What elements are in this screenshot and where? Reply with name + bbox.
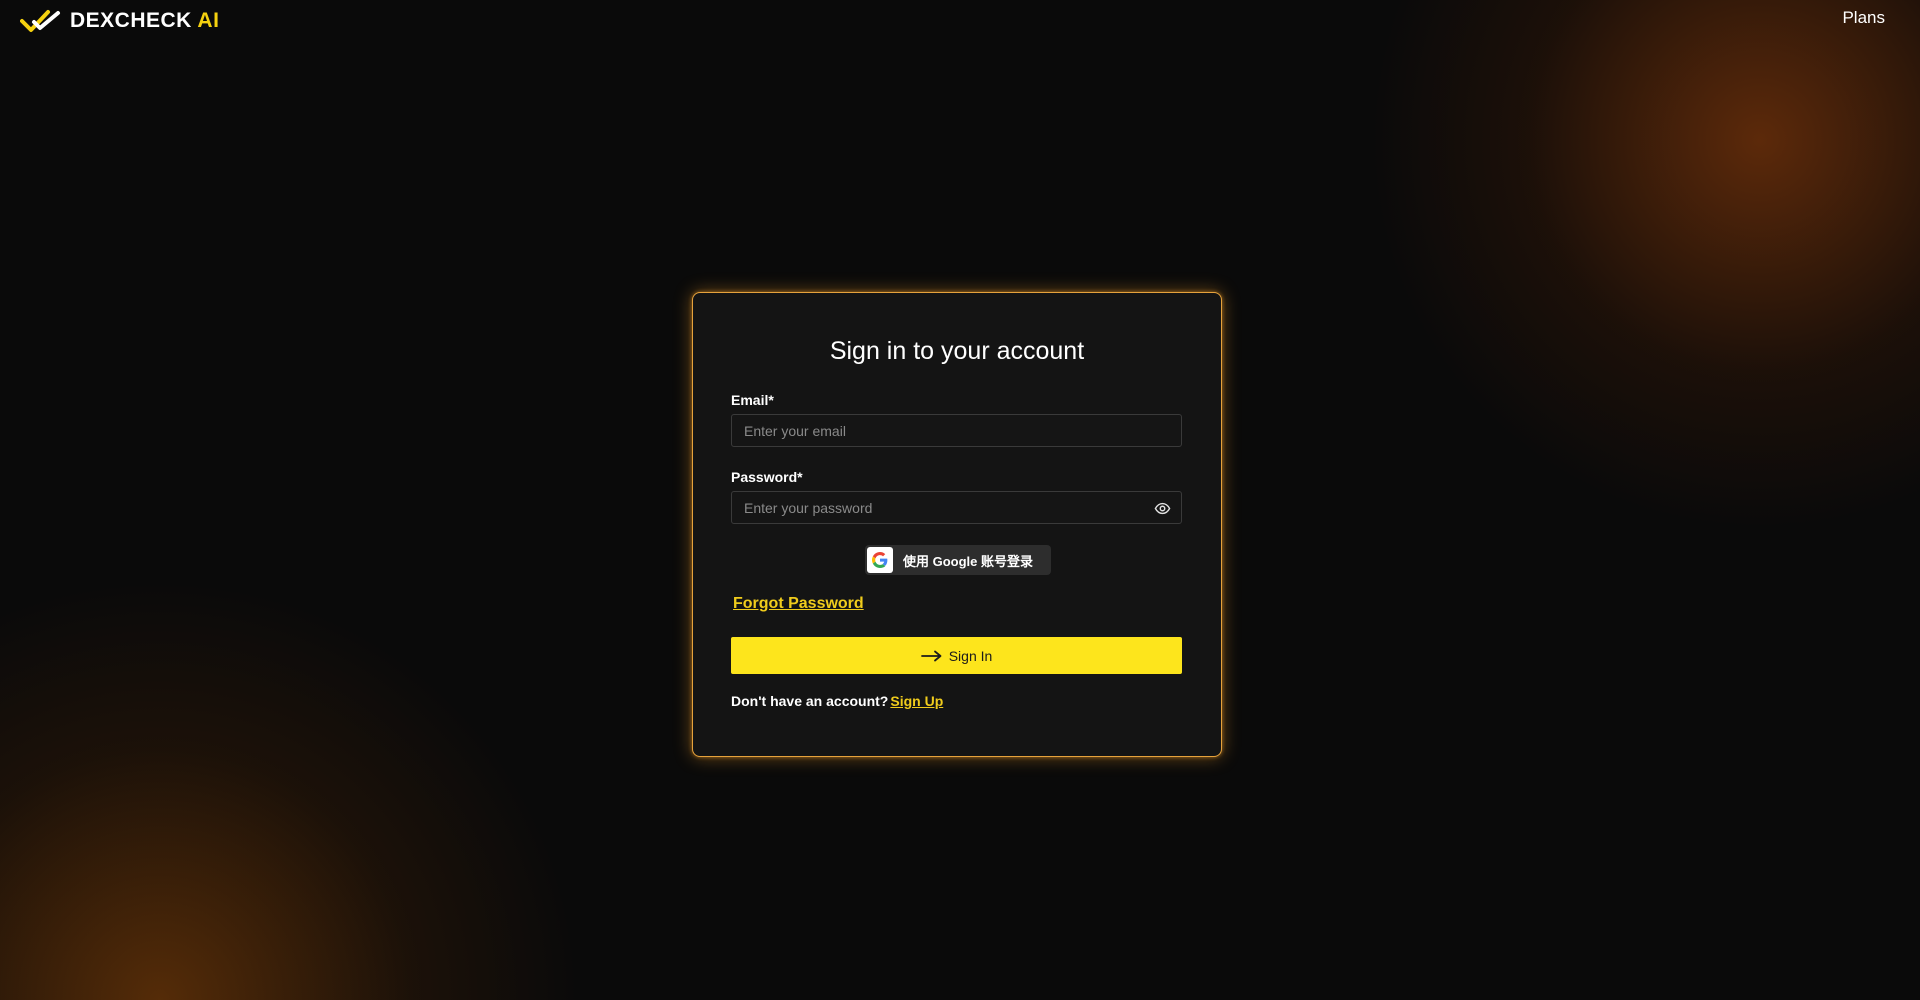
checkmark-logo-icon bbox=[20, 10, 60, 32]
password-field-container bbox=[731, 491, 1182, 524]
brand-name-accent: AI bbox=[197, 9, 220, 32]
sign-in-button[interactable]: Sign In bbox=[731, 637, 1182, 674]
email-field-container bbox=[731, 414, 1182, 447]
top-navigation: DEXCHECK AI Plans bbox=[0, 0, 1920, 44]
signup-prompt: Don't have an account? Sign Up bbox=[731, 693, 943, 709]
email-label: Email* bbox=[731, 392, 774, 408]
email-field[interactable] bbox=[732, 415, 1181, 446]
eye-icon[interactable] bbox=[1154, 500, 1171, 517]
signin-card: Sign in to your account Email* Password*… bbox=[692, 292, 1222, 757]
google-g-icon bbox=[867, 547, 893, 573]
forgot-password-link[interactable]: Forgot Password bbox=[733, 595, 864, 613]
brand-name: DEXCHECK AI bbox=[70, 9, 219, 33]
google-signin-label: 使用 Google 账号登录 bbox=[903, 553, 1034, 569]
google-signin-button[interactable]: 使用 Google 账号登录 bbox=[865, 545, 1051, 575]
brand-logo[interactable]: DEXCHECK AI bbox=[20, 8, 219, 34]
arrow-right-icon bbox=[920, 650, 942, 661]
nav-plans-link[interactable]: Plans bbox=[1842, 8, 1885, 28]
page-title: Sign in to your account bbox=[829, 337, 1085, 365]
password-field[interactable] bbox=[732, 492, 1181, 523]
brand-name-main: DEXCHECK bbox=[70, 9, 192, 32]
no-account-text: Don't have an account? bbox=[731, 693, 889, 709]
password-label: Password* bbox=[731, 469, 803, 485]
sign-up-link[interactable]: Sign Up bbox=[890, 693, 943, 709]
sign-in-label: Sign In bbox=[948, 647, 993, 664]
